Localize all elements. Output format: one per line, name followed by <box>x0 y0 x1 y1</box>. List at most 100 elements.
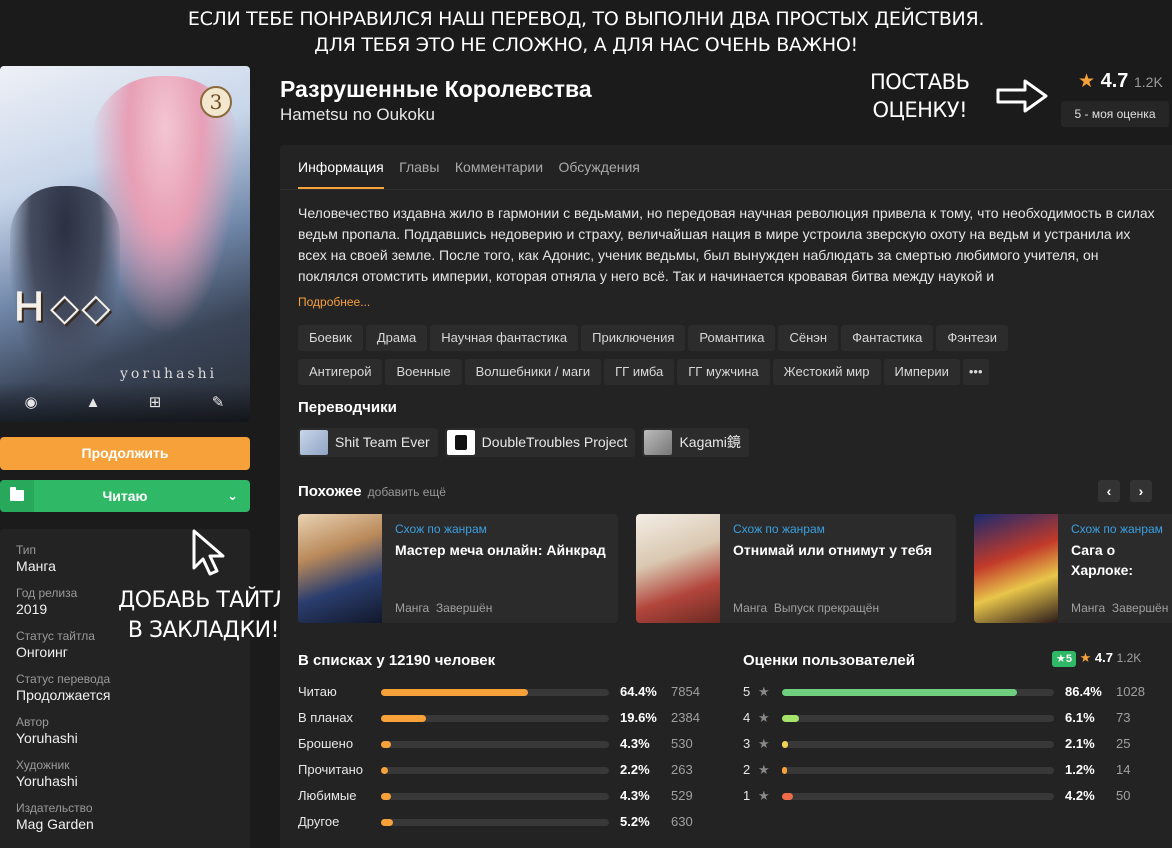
star-icon: ★ <box>1079 650 1092 665</box>
rating-stat-star-number: 4 <box>743 710 751 725</box>
tag[interactable]: Фэнтези <box>936 325 1009 351</box>
star-icon: ★ <box>758 710 770 725</box>
card-thumbnail <box>636 514 720 623</box>
continue-button[interactable]: Продолжить <box>0 437 250 470</box>
tag[interactable]: Сёнэн <box>778 325 839 351</box>
rating-stat-percent: 6.1% <box>1065 710 1095 725</box>
rating-stat-count: 14 <box>1116 762 1131 777</box>
prev-arrow-icon[interactable]: ‹ <box>1098 480 1120 502</box>
list-stat-count: 2384 <box>671 710 700 725</box>
rate-annotation: ПОСТАВЬ ОЦЕНКУ! <box>870 70 970 122</box>
translators-list: Shit Team Ever DoubleTroubles Project Kaga… <box>298 428 756 457</box>
similar-card[interactable]: Схож по жанрам Сага о Харлоке: Кольцо Ни… <box>974 514 1172 623</box>
list-stat-percent: 5.2% <box>620 814 650 829</box>
rating-stat-bar-fill <box>782 689 1017 696</box>
tab-discussions[interactable]: Обсуждения <box>559 159 640 187</box>
ratings-title: Оценки пользователей <box>743 652 915 669</box>
list-stat-percent: 4.3% <box>620 788 650 803</box>
tag[interactable]: Антигерой <box>298 359 383 385</box>
list-stat-label: Брошено <box>298 736 354 751</box>
add-similar-link[interactable]: добавить ещё <box>368 485 446 499</box>
list-stat-bar <box>381 715 609 722</box>
list-stat-bar <box>381 793 609 800</box>
list-stat-bar-fill <box>381 741 391 748</box>
star-icon: ★ <box>1078 71 1096 92</box>
folder-icon[interactable] <box>0 480 34 512</box>
reading-status-label: Читаю <box>102 488 148 504</box>
description: Человечество издавна жило в гармонии с в… <box>298 205 1155 284</box>
translator-chip[interactable]: DoubleTroubles Project <box>444 428 636 457</box>
rating-stat-percent: 2.1% <box>1065 736 1095 751</box>
tag[interactable]: Волшебники / маги <box>464 359 602 385</box>
card-thumbnail <box>298 514 382 623</box>
cover-toolbar: ◉ ▲ ⊞ ✎ <box>0 382 250 422</box>
tab-info[interactable]: Информация <box>298 159 384 189</box>
my-rating-button[interactable]: 5 - моя оценка <box>1061 101 1169 127</box>
rating-stat-bar <box>782 715 1054 722</box>
list-stat-label: Читаю <box>298 684 337 699</box>
translator-chip[interactable]: Kagami鏡 <box>642 428 749 457</box>
tag[interactable]: Приключения <box>581 325 686 351</box>
translator-avatar <box>644 430 673 455</box>
rating-stat-count: 50 <box>1116 788 1131 803</box>
list-stat-percent: 64.4% <box>620 684 657 699</box>
info-item: Статус перевода Продолжается <box>16 672 111 703</box>
similar-card[interactable]: Схож по жанрам Мастер меча онлайн: Айнкр… <box>298 514 618 623</box>
tab-chapters[interactable]: Главы <box>399 159 439 187</box>
lists-title: В списках у 12190 человек <box>298 652 496 669</box>
cursor-arrow-icon <box>192 529 225 576</box>
tag[interactable]: Фантастика <box>841 325 934 351</box>
rating-value: 4.7 <box>1100 70 1129 92</box>
tag[interactable]: Научная фантастика <box>430 325 579 351</box>
list-stat-bar-fill <box>381 819 393 826</box>
warning-icon[interactable]: ▲ <box>84 394 102 412</box>
rating-stat-bar <box>782 741 1054 748</box>
chevron-down-icon[interactable]: ⌄ <box>227 480 238 512</box>
tag[interactable]: ГГ имба <box>604 359 675 385</box>
promo-banner: ЕСЛИ ТЕБЕ ПОНРАВИЛСЯ НАШ ПЕРЕВОД, ТО ВЫП… <box>0 0 1172 64</box>
list-stat-percent: 2.2% <box>620 762 650 777</box>
tag[interactable]: Боевик <box>298 325 363 351</box>
translator-avatar <box>300 430 328 455</box>
read-more-link[interactable]: Подробнее... <box>298 295 370 309</box>
tag[interactable]: ГГ мужчина <box>677 359 770 385</box>
rating-summary[interactable]: ★ 4.7 1.2K <box>1078 70 1163 93</box>
next-arrow-icon[interactable]: › <box>1130 480 1152 502</box>
rating-stat-star-number: 5 <box>743 684 751 699</box>
similar-card[interactable]: Схож по жанрам Отнимай или отнимут у теб… <box>636 514 956 623</box>
more-tags-button[interactable]: ••• <box>962 359 989 385</box>
translator-chip[interactable]: Shit Team Ever <box>298 428 438 457</box>
arrow-right-icon <box>996 79 1048 113</box>
tag[interactable]: Жестокий мир <box>772 359 881 385</box>
info-item: Издательство Mag Garden <box>16 801 94 832</box>
rating-stat-bar-fill <box>782 715 799 722</box>
cover-author-text: yoruhashi <box>120 366 218 382</box>
tag[interactable]: Драма <box>365 325 428 351</box>
tag[interactable]: Военные <box>385 359 462 385</box>
tag[interactable]: Романтика <box>688 325 776 351</box>
star-icon: ★ <box>758 762 770 777</box>
list-stat-label: В планах <box>298 710 354 725</box>
pencil-icon[interactable]: ✎ <box>209 394 227 412</box>
tag[interactable]: Империи <box>883 359 960 385</box>
tab-comments[interactable]: Комментарии <box>455 159 543 187</box>
translator-avatar <box>446 430 475 455</box>
rating-stat-count: 73 <box>1116 710 1131 725</box>
reading-status-button[interactable]: Читаю ⌄ <box>0 480 250 512</box>
list-stat-count: 7854 <box>671 684 700 699</box>
cover-image[interactable]: Ｈ◇◇ 3 yoruhashi ◉ ▲ ⊞ ✎ <box>0 66 250 422</box>
genre-tags: Боевик Драма Научная фантастика Приключения… <box>298 325 1158 393</box>
ratings-summary: ★5 ★ 4.7 1.2K <box>1052 650 1141 667</box>
rating-stat-percent: 1.2% <box>1065 762 1095 777</box>
rss-icon[interactable]: ◉ <box>22 394 40 412</box>
main-panel: Информация Главы Комментарии Обсуждения … <box>280 145 1172 848</box>
list-stat-bar-fill <box>381 689 528 696</box>
plus-square-icon[interactable]: ⊞ <box>146 394 164 412</box>
list-stat-count: 263 <box>671 762 693 777</box>
rating-stat-star-number: 1 <box>743 788 751 803</box>
star-icon: ★ <box>758 788 770 803</box>
rating-stat-count: 1028 <box>1116 684 1145 699</box>
rating-stat-star-number: 3 <box>743 736 751 751</box>
rating-stat-count: 25 <box>1116 736 1131 751</box>
alt-title: Hametsu no Oukoku <box>280 105 435 124</box>
